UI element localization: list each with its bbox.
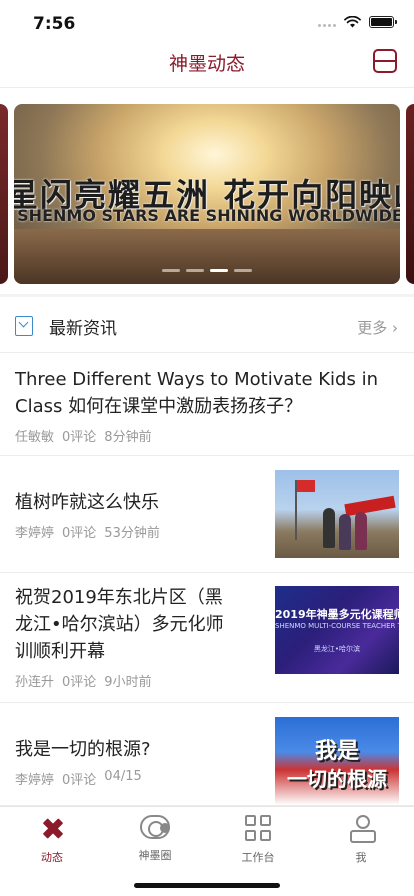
news-title: 祝贺2019年东北片区（黑 龙江•哈尔滨站）多元化师 训顺利开幕 bbox=[15, 584, 265, 665]
person-figure bbox=[323, 508, 335, 548]
banner-title-en: SHENMO STARS ARE SHINING WORLDWIDE bbox=[17, 206, 400, 225]
home-indicator[interactable] bbox=[134, 883, 280, 888]
tab-workbench[interactable]: 工作台 bbox=[218, 815, 298, 865]
tab-label: 动态 bbox=[41, 851, 63, 864]
section-header: 最新资讯 更多 › bbox=[0, 297, 414, 353]
status-time: 7:56 bbox=[33, 14, 76, 34]
thumb-title: 我是 bbox=[314, 739, 359, 764]
banner-prev-slide[interactable] bbox=[0, 104, 8, 284]
tab-label: 神墨圈 bbox=[138, 849, 172, 862]
carousel-dots bbox=[14, 269, 400, 272]
news-item[interactable]: 植树咋就这么快乐 李婷婷 0评论 53分钟前 bbox=[0, 456, 414, 573]
news-title: 我是一切的根源? bbox=[15, 739, 151, 760]
thumb-location: 黑龙江•哈尔滨 bbox=[313, 645, 361, 653]
news-title: Three Different Ways to Motivate Kids in… bbox=[15, 366, 378, 420]
banner-slide[interactable]: 星闪亮耀五洲 花开向阳映山 SHENMO STARS ARE SHINING W… bbox=[14, 104, 400, 284]
news-item[interactable]: 祝贺2019年东北片区（黑 龙江•哈尔滨站）多元化师 训顺利开幕 孙连升 0评论… bbox=[0, 573, 414, 703]
person-figure bbox=[339, 514, 351, 550]
news-comments: 0评论 bbox=[62, 675, 97, 690]
news-thumbnail[interactable] bbox=[275, 470, 399, 558]
news-comments: 0评论 bbox=[62, 773, 97, 788]
news-author: 李婷婷 bbox=[15, 526, 55, 541]
bookmark-icon bbox=[15, 316, 33, 336]
signal-icon bbox=[318, 17, 336, 27]
tab-me[interactable]: 我 bbox=[321, 815, 401, 865]
news-title-line: 训顺利开幕 bbox=[15, 641, 105, 662]
news-meta: 李婷婷 0评论 04/15 bbox=[15, 769, 142, 788]
thumb-subtitle: SHENMO MULTI-COURSE TEACHER TRAIN bbox=[275, 622, 399, 630]
news-title-line: 龙江•哈尔滨站）多元化师 bbox=[15, 614, 224, 635]
person-figure bbox=[355, 512, 367, 550]
news-thumbnail[interactable]: 2019年神墨多元化课程师 SHENMO MULTI-COURSE TEACHE… bbox=[275, 586, 399, 674]
tab-bar: 动态 神墨圈 工作台 我 bbox=[0, 806, 414, 896]
news-time: 8分钟前 bbox=[104, 430, 152, 445]
carousel-dot[interactable] bbox=[162, 269, 180, 272]
tab-shenmo-circle[interactable]: 神墨圈 bbox=[115, 815, 195, 863]
news-title-line: Class 如何在课堂中激励表扬孩子？ bbox=[15, 396, 303, 417]
status-bar: 7:56 bbox=[0, 0, 414, 44]
section-title: 最新资讯 bbox=[49, 319, 117, 339]
news-time: 53分钟前 bbox=[104, 526, 160, 541]
banner-next-slide[interactable] bbox=[406, 104, 414, 284]
news-author: 李婷婷 bbox=[15, 773, 55, 788]
banner-ground bbox=[14, 229, 400, 284]
carousel-dot-active[interactable] bbox=[210, 269, 228, 272]
thumb-title: 2019年神墨多元化课程师 bbox=[275, 608, 399, 621]
dynamics-icon bbox=[39, 815, 65, 841]
news-thumbnail[interactable]: 我是 一切的根源 bbox=[275, 717, 399, 805]
wifi-icon bbox=[344, 16, 361, 28]
status-icons bbox=[318, 16, 397, 28]
news-meta: 孙连升 0评论 9小时前 bbox=[15, 671, 152, 690]
tab-dynamics[interactable]: 动态 bbox=[12, 815, 92, 865]
tab-label: 我 bbox=[355, 851, 367, 864]
news-comments: 0评论 bbox=[62, 430, 97, 445]
red-banner bbox=[344, 495, 396, 517]
news-title: 植树咋就这么快乐 bbox=[15, 492, 159, 513]
tab-label: 工作台 bbox=[241, 851, 275, 864]
circle-icon bbox=[140, 815, 170, 839]
thumb-subtitle: 一切的根源 bbox=[287, 767, 387, 791]
news-comments: 0评论 bbox=[62, 526, 97, 541]
news-meta: 任敏敏 0评论 8分钟前 bbox=[15, 426, 152, 445]
news-item[interactable]: 我是一切的根源? 李婷婷 0评论 04/15 我是 一切的根源 bbox=[0, 703, 414, 806]
workbench-icon bbox=[245, 815, 271, 841]
news-meta: 李婷婷 0评论 53分钟前 bbox=[15, 522, 160, 541]
news-item[interactable]: Three Different Ways to Motivate Kids in… bbox=[0, 353, 414, 456]
news-author: 任敏敏 bbox=[15, 430, 55, 445]
user-icon bbox=[348, 815, 376, 843]
news-title-line: 祝贺2019年东北片区（黑 bbox=[15, 587, 223, 608]
news-title-line: Three Different Ways to Motivate Kids in bbox=[15, 369, 378, 390]
news-author: 孙连升 bbox=[15, 675, 55, 690]
battery-icon bbox=[369, 16, 397, 28]
page-title: 神墨动态 bbox=[168, 53, 245, 75]
news-time: 04/15 bbox=[104, 769, 142, 784]
banner-carousel[interactable]: 星闪亮耀五洲 花开向阳映山 SHENMO STARS ARE SHINING W… bbox=[0, 104, 414, 284]
news-time: 9小时前 bbox=[104, 675, 152, 690]
carousel-dot[interactable] bbox=[234, 269, 252, 272]
nav-bar: 神墨动态 bbox=[0, 44, 414, 88]
carousel-dot[interactable] bbox=[186, 269, 204, 272]
more-link[interactable]: 更多 › bbox=[357, 317, 398, 338]
flag bbox=[297, 480, 315, 492]
menu-icon[interactable] bbox=[373, 49, 397, 73]
